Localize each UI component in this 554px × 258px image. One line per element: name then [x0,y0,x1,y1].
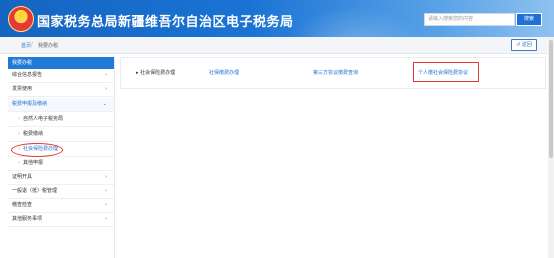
search-input[interactable]: 请输入搜索您的内容 [424,13,515,26]
highlight-ellipse [11,143,63,157]
chevron-right-icon: › [105,216,107,222]
chevron-right-icon: › [105,86,107,92]
sidebar-item-label: 稽查检查 [12,202,33,208]
sidebar-header: 我要办税 [8,57,114,69]
chevron-right-icon: › [105,202,107,208]
header-decoration [274,0,434,37]
chevron-right-icon: › [105,188,107,194]
sidebar-item-invoice[interactable]: 发票使用 › [8,83,114,97]
link-social-insurance-payment[interactable]: 社保缴费办理 [209,69,239,76]
sidebar-item-certificate[interactable]: 证明开具 › [8,171,114,185]
sidebar-item-label: 其他服务事项 [12,216,43,222]
sidebar-item-tax-declaration[interactable]: 税费申报及缴纳 ⌄ [8,98,114,112]
link-third-party-agreement-query[interactable]: 第三方协议缴费查询 [313,69,358,76]
sidebar-item-label: 综合信息报告 [12,72,43,78]
back-button[interactable]: ↺ 返回 [511,39,537,51]
breadcrumb-separator: / [31,42,33,48]
sidebar-item-inspection[interactable]: 稽查检查 › [8,199,114,213]
sidebar-item-refund[interactable]: 一般退（抵）税管理 › [8,185,114,199]
sidebar-item-label: 一般退（抵）税管理 [12,188,58,194]
sidebar-item-label: 证明开具 [12,174,33,180]
scrollbar-thumb[interactable] [549,40,553,158]
breadcrumb-home[interactable]: 首页 [21,42,31,49]
sidebar-item-label: 自然人电子税务局 [23,116,64,122]
highlight-box [413,62,479,82]
sidebar-item-info-report[interactable]: 综合信息报告 › [8,69,114,83]
breadcrumb [0,37,554,54]
bullet-icon: › [18,160,20,166]
sidebar-subitem-natural-person[interactable]: › 自然人电子税务局 [8,113,114,127]
sidebar-item-label: 税费申报及缴纳 [12,101,48,107]
back-label: 返回 [521,42,532,48]
search-button[interactable]: 搜索 [516,13,542,26]
chevron-down-icon: ⌄ [102,101,107,107]
chevron-right-icon: › [105,174,107,180]
breadcrumb-current: 我要办税 [38,43,59,49]
tax-emblem-icon: ★ [8,6,34,32]
bullet-icon: › [18,131,20,137]
sidebar-item-label: 税费缴纳 [23,131,44,137]
bullet-icon: › [18,116,20,122]
chevron-right-icon: › [105,72,107,78]
sidebar-item-label: 发票使用 [12,86,33,92]
sidebar-subitem-other-declaration[interactable]: › 其他申报 [8,157,114,171]
sidebar-item-other-services[interactable]: 其他服务事项 › [8,213,114,227]
star-icon: ★ [16,10,26,21]
sidebar-item-label: 其他申报 [23,160,44,166]
section-title: ▸ 社会保险费办理 [136,70,176,76]
site-title: 国家税务总局新疆维吾尔自治区电子税务局 [37,15,294,30]
sidebar-subitem-tax-payment[interactable]: › 税费缴纳 [8,128,114,142]
